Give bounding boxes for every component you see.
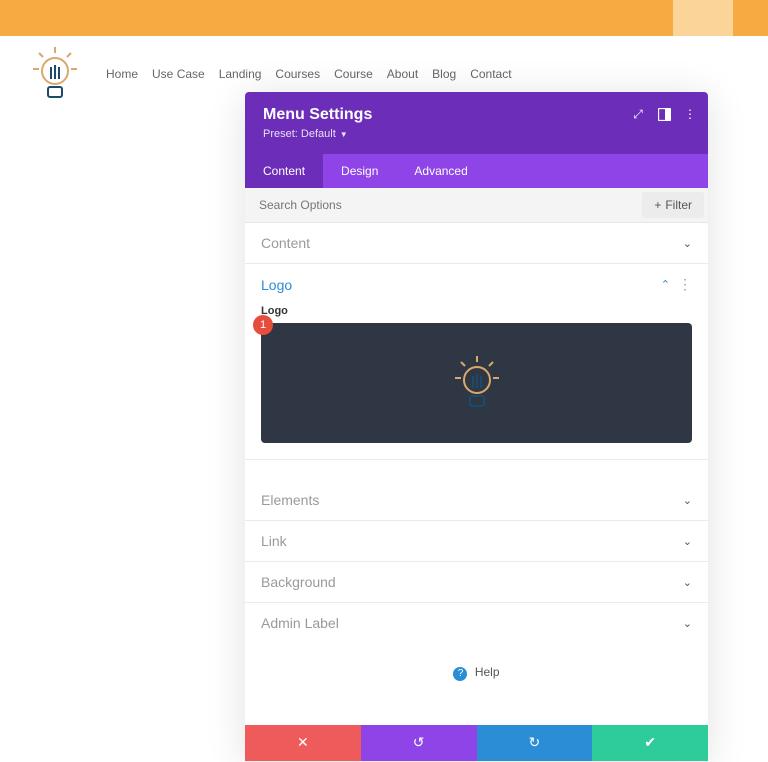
section-content-header[interactable]: Content ⌄: [245, 223, 708, 263]
close-icon: ✕: [297, 734, 309, 751]
nav-landing[interactable]: Landing: [219, 67, 262, 81]
help-icon: ?: [453, 667, 467, 681]
settings-tabs: Content Design Advanced: [245, 154, 708, 188]
section-admin-label-header[interactable]: Admin Label ⌄: [245, 603, 708, 643]
section-background: Background ⌄: [245, 562, 708, 603]
section-logo-title: Logo: [261, 277, 292, 293]
save-button[interactable]: ✔: [592, 725, 708, 761]
preset-selector[interactable]: Preset: Default ▼: [263, 128, 348, 140]
help-label: Help: [475, 665, 500, 679]
section-background-title: Background: [261, 574, 336, 590]
modal-header: Menu Settings Preset: Default ▼ ⤢ ⋮: [245, 92, 708, 154]
nav-blog[interactable]: Blog: [432, 67, 456, 81]
chevron-down-icon: ⌄: [683, 237, 692, 250]
preset-label: Preset: Default: [263, 128, 336, 140]
nav-course[interactable]: Course: [334, 67, 373, 81]
section-elements-header[interactable]: Elements ⌄: [245, 480, 708, 520]
section-link-header[interactable]: Link ⌄: [245, 521, 708, 561]
panel-toggle-icon[interactable]: [656, 106, 672, 122]
lightbulb-icon: [448, 354, 506, 412]
top-banner-accent: [673, 0, 733, 36]
section-link: Link ⌄: [245, 521, 708, 562]
tab-design[interactable]: Design: [323, 154, 396, 188]
nav-about[interactable]: About: [387, 67, 418, 81]
tab-content[interactable]: Content: [245, 154, 323, 188]
site-logo[interactable]: [28, 44, 82, 104]
chevron-down-icon: ⌄: [683, 535, 692, 548]
section-content-title: Content: [261, 235, 310, 251]
filter-label: Filter: [665, 198, 692, 212]
tab-advanced[interactable]: Advanced: [396, 154, 485, 188]
undo-icon: ↺: [413, 734, 425, 751]
section-logo-header[interactable]: Logo ⌃ ⋮: [245, 264, 708, 305]
expand-icon[interactable]: ⤢: [630, 106, 646, 122]
step-badge: 1: [253, 315, 273, 335]
nav-home[interactable]: Home: [106, 67, 138, 81]
nav-courses[interactable]: Courses: [275, 67, 320, 81]
search-input[interactable]: [245, 188, 569, 222]
logo-upload-slot[interactable]: 1: [261, 323, 692, 443]
section-admin-label: Admin Label ⌄: [245, 603, 708, 643]
modal-title: Menu Settings: [263, 106, 690, 124]
redo-button[interactable]: ↻: [477, 725, 593, 761]
chevron-down-icon: ⌄: [683, 617, 692, 630]
logo-field-label: Logo: [261, 305, 692, 317]
section-background-header[interactable]: Background ⌄: [245, 562, 708, 602]
section-more-icon[interactable]: ⋮: [678, 276, 692, 293]
caret-down-icon: ▼: [340, 130, 348, 139]
redo-icon: ↻: [529, 734, 541, 751]
top-banner: [0, 0, 768, 36]
section-elements: Elements ⌄: [245, 480, 708, 521]
more-menu-icon[interactable]: ⋮: [682, 106, 698, 122]
section-logo: Logo ⌃ ⋮ Logo 1: [245, 264, 708, 460]
chevron-up-icon: ⌃: [661, 278, 670, 291]
lightbulb-icon: [29, 45, 81, 103]
nav-contact[interactable]: Contact: [470, 67, 511, 81]
chevron-down-icon: ⌄: [683, 494, 692, 507]
menu-settings-modal: Menu Settings Preset: Default ▼ ⤢ ⋮ Cont…: [245, 92, 708, 761]
section-admin-label-title: Admin Label: [261, 615, 339, 631]
plus-icon: +: [654, 198, 661, 212]
undo-button[interactable]: ↺: [361, 725, 477, 761]
chevron-down-icon: ⌄: [683, 576, 692, 589]
search-bar: + Filter: [245, 188, 708, 223]
section-content: Content ⌄: [245, 223, 708, 264]
modal-footer: ✕ ↺ ↻ ✔: [245, 725, 708, 761]
section-link-title: Link: [261, 533, 287, 549]
help-link[interactable]: ? Help: [245, 643, 708, 725]
filter-button[interactable]: + Filter: [642, 192, 704, 218]
section-elements-title: Elements: [261, 492, 319, 508]
nav-use-case[interactable]: Use Case: [152, 67, 205, 81]
check-icon: ✔: [644, 734, 656, 751]
cancel-button[interactable]: ✕: [245, 725, 361, 761]
main-nav: Home Use Case Landing Courses Course Abo…: [106, 67, 512, 81]
